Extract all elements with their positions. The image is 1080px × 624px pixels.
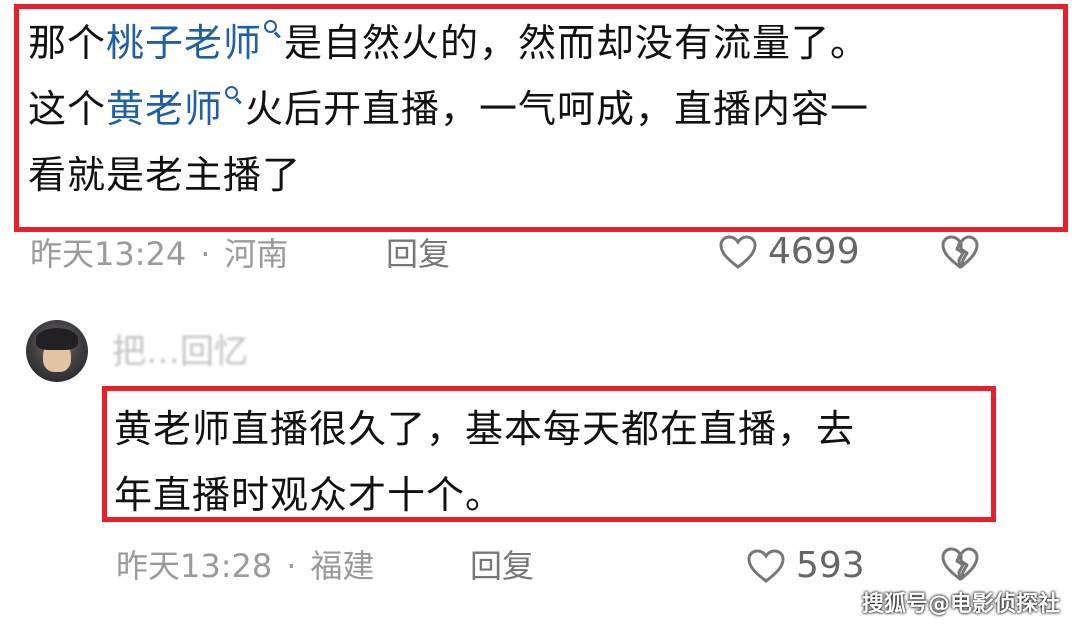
broken-heart-icon[interactable] bbox=[940, 546, 980, 582]
reply-button[interactable]: 回复 bbox=[470, 546, 534, 586]
comment-time: 昨天13:24 bbox=[30, 235, 187, 273]
comment-location: 河南 bbox=[224, 235, 289, 273]
watermark: 搜狐号@电影侦探社 bbox=[862, 592, 1061, 617]
username[interactable]: 把…回忆 bbox=[112, 330, 248, 374]
comment-time: 昨天13:28 bbox=[116, 547, 273, 585]
comment-line: 黄老师直播很久了，基本每天都在直播，去 bbox=[114, 407, 856, 451]
heart-icon bbox=[747, 549, 785, 583]
comment-meta: 昨天13:28 · 福建 bbox=[116, 546, 374, 586]
like-button[interactable]: 4699 bbox=[718, 232, 860, 272]
keyword-link[interactable]: 黄老师 bbox=[106, 87, 223, 131]
comment-line: 这个黄老师 火后开直播，一气呵成，直播内容一 bbox=[28, 76, 1058, 142]
comment-meta: 昨天13:24 · 河南 bbox=[30, 234, 288, 274]
like-button[interactable]: 593 bbox=[746, 546, 865, 586]
broken-heart-icon[interactable] bbox=[940, 234, 980, 270]
avatar[interactable] bbox=[26, 320, 88, 382]
like-count: 593 bbox=[796, 545, 865, 586]
reply-button[interactable]: 回复 bbox=[386, 234, 450, 274]
comment-line: 看就是老主播了 bbox=[28, 153, 302, 197]
keyword-link[interactable]: 桃子老师 bbox=[106, 21, 262, 65]
meta-separator: · bbox=[200, 235, 211, 273]
comment-text: 那个桃子老师 是自然火的，然而却没有流量了。 这个黄老师 火后开直播，一气呵成，直播… bbox=[28, 10, 1058, 208]
like-count: 4699 bbox=[768, 231, 860, 272]
comment-text: 黄老师直播很久了，基本每天都在直播，去 年直播时观众才十个。 bbox=[114, 396, 994, 528]
comment-line: 那个桃子老师 是自然火的，然而却没有流量了。 bbox=[28, 10, 1058, 76]
heart-icon bbox=[719, 235, 757, 269]
search-icon[interactable] bbox=[264, 10, 282, 40]
meta-separator: · bbox=[286, 547, 297, 585]
comment-line: 年直播时观众才十个。 bbox=[114, 473, 505, 517]
comment-location: 福建 bbox=[310, 547, 375, 585]
search-icon[interactable] bbox=[225, 76, 243, 106]
